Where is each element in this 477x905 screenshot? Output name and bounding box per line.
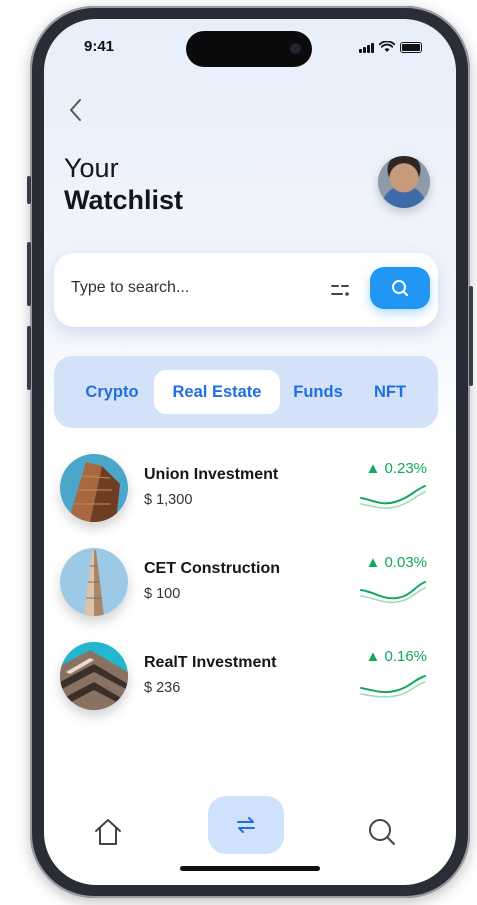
- item-change: ▲ 0.16%: [365, 648, 427, 665]
- item-name: Union Investment: [144, 466, 279, 483]
- bottom-nav: [44, 784, 456, 864]
- item-change: ▲ 0.03%: [365, 554, 427, 571]
- item-name: CET Construction: [144, 560, 280, 577]
- item-name: RealT Investment: [144, 654, 277, 671]
- search-input[interactable]: [71, 279, 301, 297]
- list-item[interactable]: Union Investment $ 1,300 ▲ 0.23%: [60, 454, 435, 526]
- category-tabs: Crypto Real Estate Funds NFT: [54, 356, 438, 428]
- status-icons: [359, 41, 422, 53]
- property-image: [60, 454, 128, 522]
- sparkline-chart: [360, 485, 426, 509]
- app-screen: 9:41 Your Watchlist Type to search... Cr…: [44, 19, 456, 885]
- home-icon[interactable]: [92, 816, 124, 848]
- search-bar: [54, 253, 438, 327]
- volume-up-button: [27, 242, 31, 306]
- dynamic-island: [186, 31, 312, 67]
- wifi-icon: [379, 41, 395, 52]
- filter-icon[interactable]: [330, 282, 350, 298]
- search-button[interactable]: [370, 267, 430, 309]
- sparkline-chart: [360, 675, 426, 698]
- home-indicator[interactable]: [180, 866, 320, 871]
- list-item[interactable]: CET Construction $ 100 ▲ 0.03%: [60, 548, 435, 620]
- page-title-line2: Watchlist: [64, 185, 184, 215]
- sparkline-chart: [360, 581, 426, 604]
- item-price: $ 100: [144, 586, 181, 602]
- swap-arrows-icon: [237, 817, 255, 833]
- list-item[interactable]: RealT Investment $ 236 ▲ 0.16%: [60, 642, 435, 714]
- tab-nft[interactable]: NFT: [358, 370, 422, 414]
- battery-icon: [400, 42, 422, 53]
- item-price: $ 236: [144, 680, 181, 696]
- cellular-signal-icon: [359, 43, 374, 53]
- mute-switch: [27, 176, 31, 204]
- search-icon[interactable]: [366, 816, 398, 848]
- status-time: 9:41: [84, 38, 115, 55]
- avatar[interactable]: [378, 156, 430, 208]
- tab-funds[interactable]: Funds: [286, 370, 350, 414]
- property-image: [60, 548, 128, 616]
- page-title-line1: Your: [64, 153, 119, 183]
- phone-frame: 9:41 Your Watchlist Type to search... Cr…: [27, 6, 473, 898]
- power-button: [469, 286, 473, 386]
- chevron-left-icon[interactable]: [64, 97, 90, 123]
- item-change: ▲ 0.23%: [365, 460, 427, 477]
- tab-real-estate[interactable]: Real Estate: [154, 370, 280, 414]
- property-image: [60, 642, 128, 710]
- swap-button[interactable]: [208, 796, 284, 854]
- volume-down-button: [27, 326, 31, 390]
- tab-crypto[interactable]: Crypto: [72, 370, 152, 414]
- item-price: $ 1,300: [144, 492, 193, 508]
- search-icon: [392, 280, 408, 296]
